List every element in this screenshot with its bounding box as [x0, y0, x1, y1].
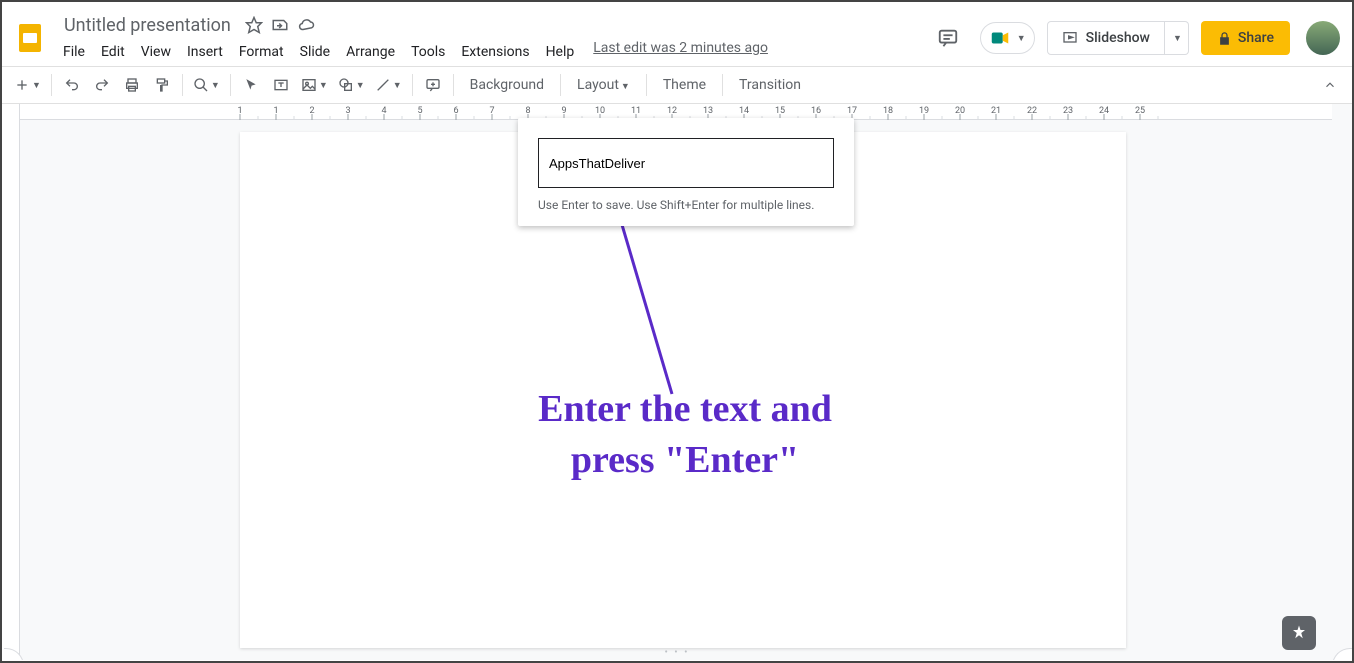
- layout-button[interactable]: Layout▼: [567, 77, 640, 93]
- side-panel-expand-button[interactable]: [1332, 648, 1352, 660]
- slideshow-label: Slideshow: [1086, 30, 1150, 46]
- rename-popup: Use Enter to save. Use Shift+Enter for m…: [518, 118, 854, 226]
- slideshow-dropdown[interactable]: ▼: [1165, 21, 1189, 55]
- select-tool[interactable]: [237, 71, 265, 99]
- svg-text:23: 23: [1063, 106, 1073, 116]
- rename-hint: Use Enter to save. Use Shift+Enter for m…: [538, 198, 834, 212]
- shape-tool[interactable]: ▼: [334, 71, 369, 99]
- menu-format[interactable]: Format: [232, 40, 291, 64]
- collapse-toolbar-button[interactable]: [1316, 71, 1344, 99]
- filmstrip-expand-button[interactable]: [4, 648, 24, 660]
- textbox-tool[interactable]: [267, 71, 295, 99]
- slideshow-button[interactable]: Slideshow: [1047, 21, 1165, 55]
- rename-input[interactable]: [538, 138, 834, 188]
- menubar: File Edit View Insert Format Slide Arran…: [54, 40, 928, 64]
- menu-view[interactable]: View: [134, 40, 178, 64]
- menu-extensions[interactable]: Extensions: [454, 40, 536, 64]
- speaker-notes-handle[interactable]: • • •: [664, 647, 689, 658]
- svg-text:14: 14: [739, 106, 749, 116]
- share-button[interactable]: Share: [1201, 21, 1290, 55]
- svg-text:16: 16: [811, 106, 821, 116]
- svg-text:1: 1: [273, 106, 278, 116]
- move-icon[interactable]: [271, 16, 289, 34]
- svg-text:7: 7: [489, 106, 494, 116]
- svg-text:15: 15: [775, 106, 785, 116]
- star-icon[interactable]: [245, 16, 263, 34]
- comment-button[interactable]: [419, 71, 447, 99]
- line-tool[interactable]: ▼: [371, 71, 406, 99]
- svg-text:5: 5: [417, 106, 422, 116]
- comment-history-icon[interactable]: [928, 18, 968, 58]
- redo-button[interactable]: [88, 71, 116, 99]
- svg-text:6: 6: [453, 106, 458, 116]
- svg-text:13: 13: [703, 106, 713, 116]
- svg-text:10: 10: [595, 106, 605, 116]
- svg-text:11: 11: [631, 106, 641, 116]
- svg-text:17: 17: [847, 106, 857, 116]
- svg-text:21: 21: [991, 106, 1001, 116]
- menu-help[interactable]: Help: [539, 40, 582, 64]
- menu-tools[interactable]: Tools: [404, 40, 452, 64]
- meet-button[interactable]: ▼: [980, 22, 1035, 54]
- svg-text:19: 19: [919, 106, 929, 116]
- svg-text:18: 18: [883, 106, 893, 116]
- cloud-status-icon[interactable]: [297, 16, 315, 34]
- svg-text:9: 9: [561, 106, 566, 116]
- image-tool[interactable]: ▼: [297, 71, 332, 99]
- svg-text:4: 4: [381, 106, 386, 116]
- svg-text:25: 25: [1135, 106, 1145, 116]
- last-edit-link[interactable]: Last edit was 2 minutes ago: [593, 40, 768, 64]
- app-header: Untitled presentation File Edit View Ins…: [2, 2, 1352, 66]
- new-slide-button[interactable]: ▼: [10, 71, 45, 99]
- menu-file[interactable]: File: [56, 40, 92, 64]
- menu-insert[interactable]: Insert: [180, 40, 230, 64]
- toolbar: ▼ ▼ ▼ ▼ ▼ Background Layout▼ Theme Trans…: [2, 66, 1352, 104]
- paint-format-button[interactable]: [148, 71, 176, 99]
- vertical-ruler: [2, 104, 20, 660]
- canvas-area: 1123456789101112131415161718192021222324…: [2, 104, 1352, 660]
- undo-button[interactable]: [58, 71, 86, 99]
- zoom-button[interactable]: ▼: [189, 71, 224, 99]
- slides-logo[interactable]: [10, 18, 50, 58]
- svg-text:24: 24: [1099, 106, 1109, 116]
- chevron-down-icon: ▼: [1017, 33, 1026, 44]
- svg-text:22: 22: [1027, 106, 1037, 116]
- explore-button[interactable]: [1282, 616, 1316, 650]
- svg-text:20: 20: [955, 106, 965, 116]
- svg-text:1: 1: [237, 106, 242, 116]
- svg-text:8: 8: [525, 106, 530, 116]
- chevron-down-icon: ▼: [1173, 33, 1182, 44]
- transition-button[interactable]: Transition: [729, 77, 811, 93]
- doc-title[interactable]: Untitled presentation: [58, 13, 237, 38]
- background-button[interactable]: Background: [460, 77, 554, 93]
- svg-text:3: 3: [345, 106, 350, 116]
- menu-arrange[interactable]: Arrange: [339, 40, 402, 64]
- menu-slide[interactable]: Slide: [293, 40, 337, 64]
- svg-text:12: 12: [667, 106, 677, 116]
- menu-edit[interactable]: Edit: [94, 40, 132, 64]
- account-avatar[interactable]: [1306, 21, 1340, 55]
- share-label: Share: [1238, 30, 1274, 46]
- theme-button[interactable]: Theme: [653, 77, 716, 93]
- svg-text:2: 2: [309, 106, 314, 116]
- print-button[interactable]: [118, 71, 146, 99]
